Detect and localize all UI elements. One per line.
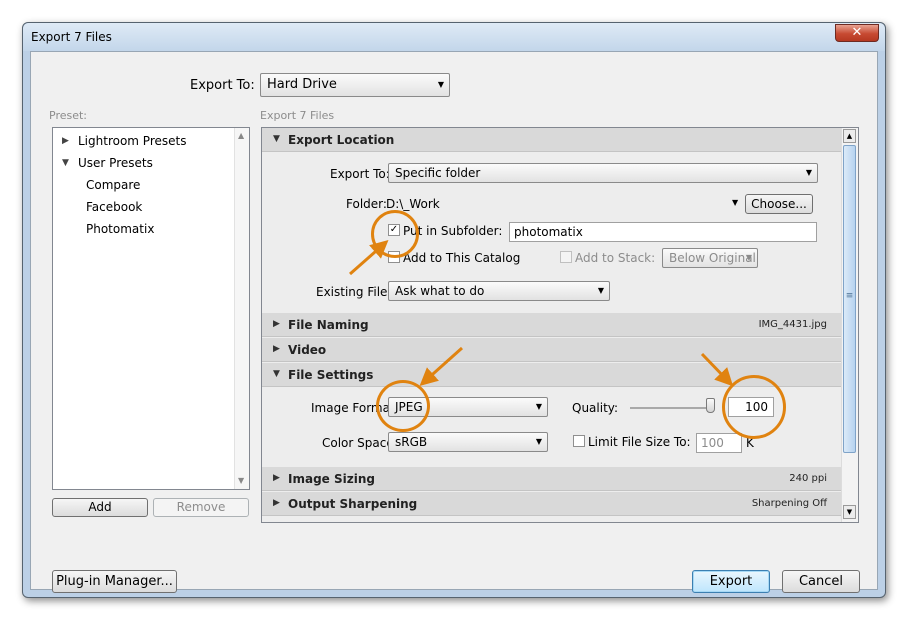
arrow-icon	[419, 346, 464, 387]
arrow-icon	[700, 352, 734, 387]
annotation-arrows	[349, 240, 734, 387]
arrow-icon	[349, 240, 389, 276]
